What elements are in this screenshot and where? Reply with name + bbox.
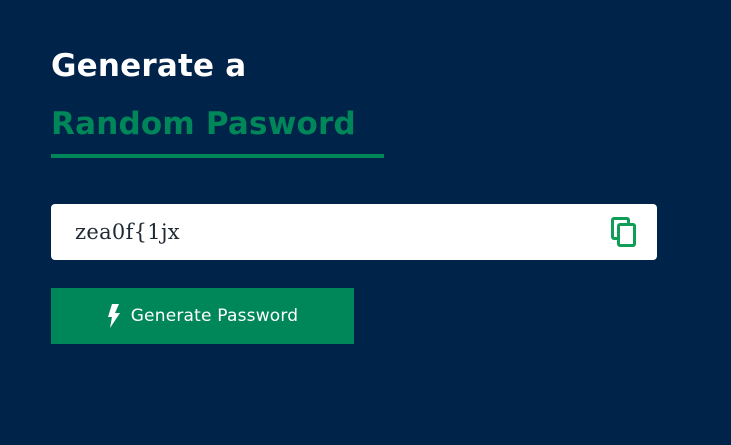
heading-line-2: Random Pasword xyxy=(51,106,356,142)
generator-panel: Generate a Random Pasword Generate Passw… xyxy=(51,44,657,344)
bolt-icon xyxy=(107,304,121,328)
password-display xyxy=(51,204,657,260)
heading-line-1: Generate a xyxy=(51,48,247,84)
generate-password-button[interactable]: Generate Password xyxy=(51,288,354,344)
generate-password-label: Generate Password xyxy=(130,306,299,326)
copy-button[interactable] xyxy=(609,215,639,249)
heading-underline xyxy=(51,154,384,158)
password-output[interactable] xyxy=(75,220,609,244)
copy-icon xyxy=(611,217,636,247)
